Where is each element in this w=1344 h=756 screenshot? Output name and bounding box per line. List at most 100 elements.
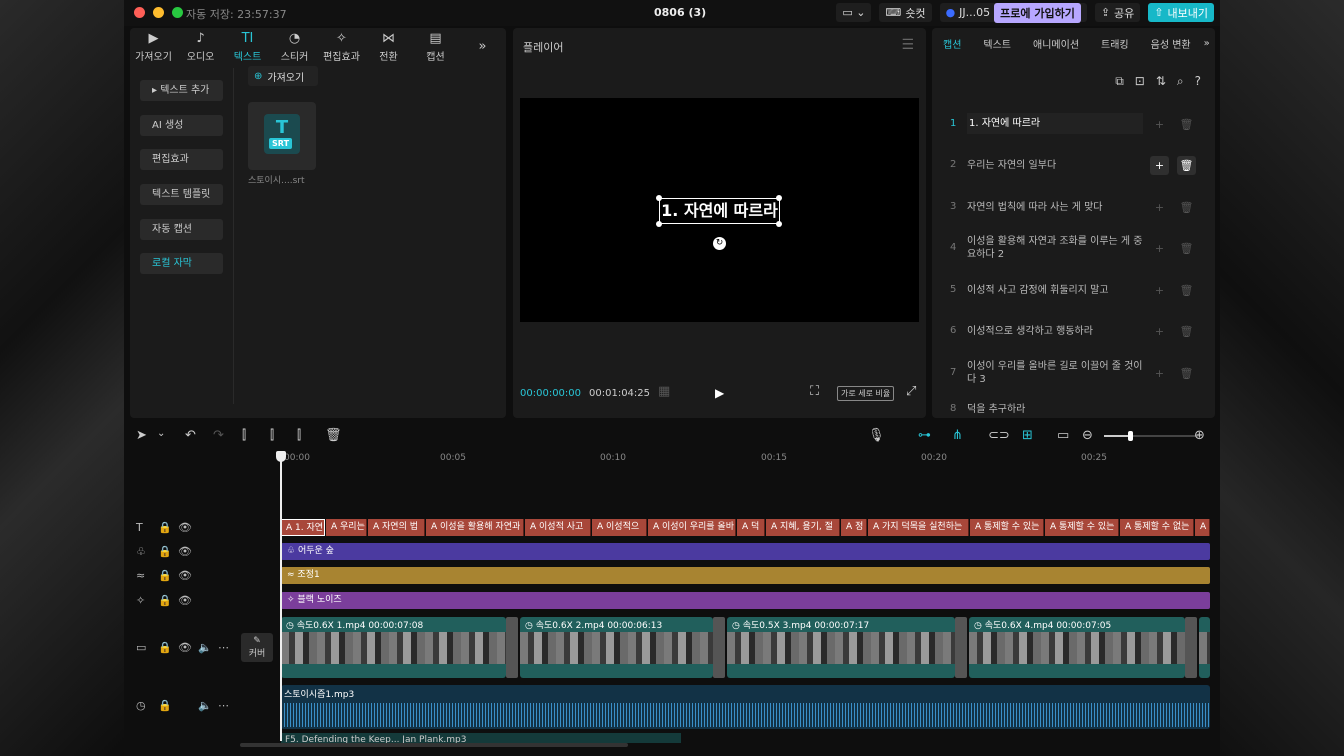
undo-icon[interactable]: ↶ (185, 428, 196, 443)
video-clip[interactable] (1199, 617, 1210, 678)
fit-screen-icon[interactable]: ⛶ (810, 384, 819, 399)
aspect-ratio-button[interactable]: 가로 세로 비율 (837, 386, 895, 401)
adjust-clip[interactable]: ≈ 조정1 (281, 567, 1210, 584)
video-clip[interactable]: ◷ 속도0.5X 3.mp4 00:00:07:17 (727, 617, 955, 678)
maximize-window-button[interactable] (172, 7, 183, 18)
add-caption-icon[interactable]: + (1150, 115, 1169, 134)
magnet-icon[interactable]: ⋔ (952, 428, 963, 443)
preview-axis-icon[interactable]: ⊞ (1022, 428, 1033, 443)
resize-handle[interactable] (776, 195, 782, 201)
add-caption-icon[interactable]: + (1150, 239, 1169, 258)
caption-track-icon[interactable]: ▭ (1057, 428, 1069, 443)
eye-icon[interactable]: 👁 (178, 594, 192, 607)
help-icon[interactable]: ? (1195, 74, 1201, 89)
video-clip[interactable]: ◷ 속도0.6X 4.mp4 00:00:07:05 (969, 617, 1185, 678)
eye-icon[interactable]: 👁 (178, 569, 192, 582)
speaker-icon[interactable]: 🔈 (198, 641, 212, 654)
text-clip[interactable]: A 통제할 수 있는 (1045, 519, 1119, 536)
zoom-slider-rest[interactable] (1133, 435, 1198, 437)
cover-button[interactable]: ✎ 커버 (241, 633, 273, 662)
text-clip[interactable]: A 1. 자연 (280, 519, 325, 536)
caption-text-input[interactable]: 덕을 추구하라 (967, 395, 1143, 418)
transition-slot[interactable] (713, 617, 725, 678)
rotate-icon[interactable]: ↻ (713, 237, 726, 250)
text-clip[interactable]: A 이성이 우리를 올바 (648, 519, 736, 536)
add-caption-icon[interactable]: + (1150, 281, 1169, 300)
caption-item[interactable]: 2 우리는 자연의 일부다 + 🗑 (942, 146, 1204, 184)
text-clip[interactable]: A 이성적으 (592, 519, 647, 536)
delete-icon[interactable]: 🗑 (1177, 239, 1196, 258)
add-caption-icon[interactable]: + (1150, 156, 1169, 175)
transition-slot[interactable] (506, 617, 518, 678)
text-clip[interactable]: A 가지 덕목을 실천하는 (868, 519, 969, 536)
play-button[interactable]: ▶ (715, 386, 724, 400)
delete-icon[interactable]: 🗑 (1177, 115, 1196, 134)
tab-animation[interactable]: 애니메이션 (1022, 36, 1090, 51)
speaker-icon[interactable]: 🔈 (198, 699, 212, 712)
tool-effects[interactable]: ✧ 편집효과 (318, 28, 365, 66)
preview-canvas[interactable]: 1. 자연에 따르라 ↻ (520, 98, 919, 322)
tool-import[interactable]: ▶ 가져오기 (130, 28, 177, 66)
sidebar-item-effects[interactable]: 편집효과 (140, 149, 223, 170)
resize-handle[interactable] (656, 195, 662, 201)
share-button[interactable]: ⇪ 공유 (1094, 3, 1141, 22)
search-replace-icon[interactable]: ⌕ (1177, 74, 1184, 89)
microphone-icon[interactable]: 🎙 (868, 428, 885, 443)
caption-import-icon[interactable]: ⧉ (1115, 74, 1124, 89)
add-caption-icon[interactable]: + (1150, 364, 1169, 383)
caption-text-input[interactable]: 이성을 활용해 자연과 조화를 이루는 게 중요하다 2 (967, 229, 1143, 267)
caption-text-input[interactable]: 자연의 법칙에 따라 사는 게 맞다 (967, 188, 1143, 226)
sidebar-item-auto-caption[interactable]: 자동 캡션 (140, 219, 223, 240)
caption-text-input[interactable]: 이성이 우리를 올바른 길로 이끌어 줄 것이다 3 (967, 354, 1143, 392)
sort-icon[interactable]: ⇅ (1156, 74, 1166, 89)
lock-icon[interactable]: 🔒 (158, 521, 172, 534)
tab-tracking[interactable]: 트래킹 (1090, 36, 1140, 51)
tab-voice-change[interactable]: 음성 변환 (1140, 36, 1202, 51)
delete-icon[interactable]: 🗑 (1177, 198, 1196, 217)
more-icon[interactable]: ⋯ (218, 699, 229, 712)
caption-item[interactable]: 4 이성을 활용해 자연과 조화를 이루는 게 중요하다 2 + 🗑 (942, 229, 1204, 267)
split-left-icon[interactable]: ⫿ (270, 428, 274, 443)
export-button[interactable]: ⇧ 내보내기 (1148, 3, 1214, 22)
caption-item[interactable]: 5 이성적 사고 감정에 휘둘리지 말고 + 🗑 (942, 271, 1204, 309)
minimize-window-button[interactable] (153, 7, 164, 18)
delete-icon[interactable]: 🗑 (1177, 281, 1196, 300)
eye-icon[interactable]: 👁 (178, 521, 192, 534)
timeline-ruler[interactable]: 00:00 00:05 00:10 00:15 00:20 00:25 (274, 452, 1214, 466)
text-clip[interactable]: A 정 (841, 519, 867, 536)
lock-icon[interactable]: 🔒 (158, 594, 172, 607)
eye-icon[interactable]: 👁 (178, 641, 192, 654)
chevron-down-icon[interactable]: ⌄ (157, 428, 165, 439)
timeline-scrollbar[interactable] (240, 743, 628, 747)
text-clip[interactable]: A 통제할 수 없는 (1120, 519, 1194, 536)
lock-icon[interactable]: 🔒 (158, 699, 172, 712)
delete-icon[interactable]: 🗑 (1177, 364, 1196, 383)
effect-clip[interactable]: ✧ 블랙 노이즈 (281, 592, 1210, 609)
caption-item[interactable]: 8 덕을 추구하라 (942, 395, 1204, 418)
tool-text[interactable]: TI 텍스트 (224, 28, 271, 66)
filter-clip[interactable]: ♧ 어두운 숲 (281, 543, 1210, 560)
text-clip[interactable]: A 우리는 (326, 519, 367, 536)
tab-caption[interactable]: 캡션 (932, 36, 972, 51)
tool-transition[interactable]: ⋈ 전환 (365, 28, 412, 66)
tab-text[interactable]: 텍스트 (972, 36, 1022, 51)
link-main-track-icon[interactable]: ⊶ (918, 428, 931, 443)
select-tool-icon[interactable]: ➤ (136, 428, 147, 443)
pro-subscribe-button[interactable]: 프로에 가입하기 (994, 2, 1081, 23)
more-icon[interactable]: ⋯ (218, 641, 229, 654)
split-right-icon[interactable]: ⫿ (297, 428, 301, 443)
delete-icon[interactable]: 🗑 (1177, 156, 1196, 175)
shortcut-button[interactable]: ⌨ 숏컷 (879, 3, 932, 22)
caption-preview[interactable]: 1. 자연에 따르라 (659, 198, 780, 224)
caption-text-input[interactable]: 1. 자연에 따르라 (967, 113, 1143, 134)
split-icon[interactable]: ⫿ (242, 428, 246, 443)
zoom-slider-track[interactable] (1104, 435, 1128, 437)
transition-slot[interactable] (955, 617, 967, 678)
text-clip[interactable]: A 자연의 법 (368, 519, 425, 536)
resize-handle[interactable] (656, 221, 662, 227)
lock-icon[interactable]: 🔒 (158, 641, 172, 654)
zoom-in-icon[interactable]: ⊕ (1194, 428, 1205, 443)
sidebar-item-add-text[interactable]: ▸ 텍스트 추가 (140, 80, 223, 101)
sidebar-item-ai-generate[interactable]: AI 생성 (140, 115, 223, 136)
caption-image-icon[interactable]: ⊡ (1135, 74, 1145, 89)
